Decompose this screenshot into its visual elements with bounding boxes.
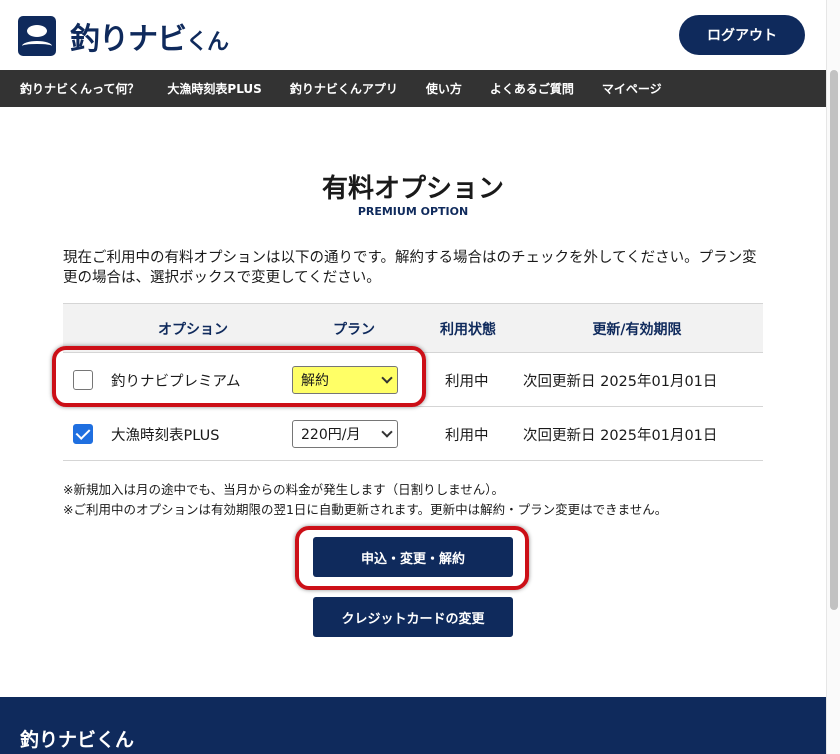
header-option: オプション — [158, 322, 228, 338]
nav-item-faq[interactable]: よくあるご質問 — [490, 80, 574, 97]
note-line: ※ご利用中のオプションは有効期限の翌1日に自動更新されます。更新中は解約・プラン… — [63, 502, 668, 517]
apply-change-cancel-button[interactable]: 申込・変更・解約 — [313, 537, 513, 577]
table-row: 釣りナビプレミアム 解約 利用中 次回更新日 2025年01月01日 — [63, 353, 763, 407]
option-checkbox-tide-plus[interactable] — [73, 424, 93, 444]
header-status: 利用状態 — [440, 322, 496, 338]
page-title: 有料オプション — [321, 174, 504, 204]
site-logo[interactable]: 釣りナビくん — [18, 14, 229, 58]
page-scrollbar[interactable] — [826, 0, 840, 754]
option-name: 釣りナビプレミアム — [111, 373, 241, 390]
footer-logo: 釣りナビくん — [20, 729, 135, 751]
renewal-text: 次回更新日 2025年01月01日 — [523, 427, 718, 444]
note-line: ※新規加入は月の途中でも、当月からの料金が発生します（日割りしません）。 — [63, 482, 504, 497]
plan-select-value: 220円/月 — [301, 427, 361, 443]
chevron-down-icon — [381, 372, 393, 384]
nav-item-mypage[interactable]: マイページ — [602, 80, 662, 97]
renewal-text: 次回更新日 2025年01月01日 — [523, 373, 718, 390]
table-header: オプション プラン 利用状態 更新/有効期限 — [63, 303, 763, 353]
nav-item-howto[interactable]: 使い方 — [426, 80, 462, 97]
page-subtitle: PREMIUM OPTION — [357, 205, 469, 218]
nav-item-tide-table[interactable]: 大漁時刻表PLUS — [167, 80, 261, 97]
site-footer: 釣りナビくん — [0, 697, 826, 754]
plan-select-premium[interactable]: 解約 — [292, 366, 398, 394]
change-credit-card-button[interactable]: クレジットカードの変更 — [313, 597, 513, 637]
header-plan: プラン — [333, 322, 375, 338]
plan-select-tide-plus[interactable]: 220円/月 — [292, 420, 398, 448]
main-nav: 釣りナビくんって何？ 大漁時刻表PLUS 釣りナビくんアプリ 使い方 よくあるご… — [0, 70, 826, 107]
option-checkbox-premium[interactable] — [73, 370, 93, 390]
logout-button[interactable]: ログアウト — [679, 15, 805, 55]
status-text: 利用中 — [445, 427, 489, 444]
scrollbar-thumb[interactable] — [830, 70, 838, 610]
option-name: 大漁時刻表PLUS — [111, 427, 220, 444]
header-renewal: 更新/有効期限 — [592, 322, 682, 338]
nav-item-app[interactable]: 釣りナビくんアプリ — [290, 80, 398, 97]
options-table: オプション プラン 利用状態 更新/有効期限 釣りナビプレミアム 解約 利用中 … — [63, 303, 763, 461]
notes: ※新規加入は月の途中でも、当月からの料金が発生します（日割りしません）。 ※ご利… — [63, 480, 667, 520]
fish-logo-icon — [18, 16, 56, 56]
logo-wordmark: 釣りナビくん — [70, 22, 229, 57]
site-header: 釣りナビくん ログアウト — [0, 0, 840, 70]
nav-item-about[interactable]: 釣りナビくんって何？ — [20, 80, 139, 97]
status-text: 利用中 — [445, 373, 489, 390]
plan-select-value: 解約 — [301, 373, 329, 389]
chevron-down-icon — [381, 426, 393, 438]
table-row: 大漁時刻表PLUS 220円/月 利用中 次回更新日 2025年01月01日 — [63, 407, 763, 461]
intro-text: 現在ご利用中の有料オプションは以下の通りです。解約する場合はのチェックを外してく… — [63, 250, 757, 286]
